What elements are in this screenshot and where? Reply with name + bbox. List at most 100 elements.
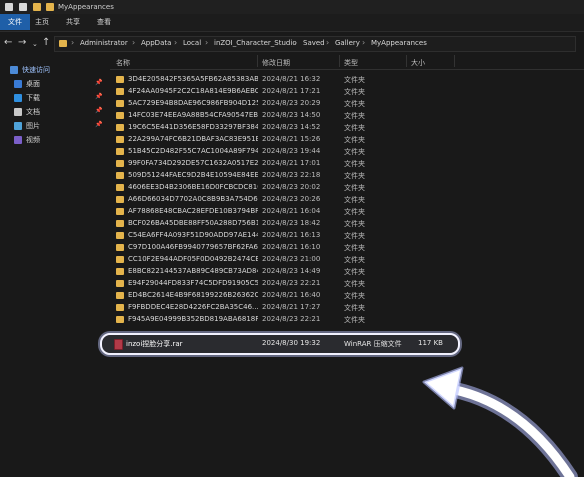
back-arrow-icon[interactable]: ←	[4, 37, 12, 48]
file-name: A66D66034D7702A0C8B9B3A754D61...	[128, 195, 258, 203]
forward-arrow-icon[interactable]: →	[18, 37, 26, 48]
sidebar-item-desktop[interactable]: 桌面 📌	[0, 78, 107, 90]
tab-home[interactable]: 主页	[27, 14, 57, 30]
file-row[interactable]: 51B45C2D482F55C7AC1004A89F7948... 2024/8/…	[110, 146, 470, 157]
file-row[interactable]: F9FBDDEC4E28D4226FC2BA35C46... 2024/8/21 …	[110, 302, 470, 313]
folder-icon	[116, 100, 124, 107]
folder-icon	[116, 256, 124, 263]
file-name: 14FC03E74EEA9A88B54CFA90547EB2...	[128, 111, 258, 119]
column-divider[interactable]	[257, 55, 258, 67]
video-icon	[14, 136, 22, 144]
folder-icon	[116, 220, 124, 227]
file-type: WinRAR 压缩文件	[344, 340, 402, 348]
file-row[interactable]: 5AC729E94B8DAE96C986FB904D125... 2024/8/2…	[110, 98, 470, 109]
ribbon: 文件 主页 共享 查看	[0, 14, 584, 32]
breadcrumb-separator-icon: ›	[362, 38, 366, 47]
folder-icon	[116, 292, 124, 299]
breadcrumb-local[interactable]: Local	[183, 39, 201, 47]
winrar-archive-icon	[114, 339, 123, 350]
file-row[interactable]: AF78868E48CBAC28EFDE10B3794BF3... 2024/8/…	[110, 206, 470, 217]
file-row[interactable]: 14FC03E74EEA9A88B54CFA90547EB2... 2024/8/…	[110, 110, 470, 121]
file-date: 2024/8/21 16:32	[262, 75, 321, 83]
file-row[interactable]: ED4BC2614E4B9F68199226B26362CA... 2024/8/…	[110, 290, 470, 301]
file-row[interactable]: 3D4E205842F5365A5FB62A85383AB0... 2024/8/…	[110, 74, 470, 85]
up-arrow-icon[interactable]: ↑	[42, 37, 50, 48]
file-type: 文件夹	[344, 232, 365, 240]
breadcrumb-saved[interactable]: Saved	[303, 39, 325, 47]
breadcrumb-myappearances[interactable]: MyAppearances	[371, 39, 427, 47]
breadcrumb-administrator[interactable]: Administrator	[80, 39, 128, 47]
tab-share[interactable]: 共享	[58, 14, 88, 30]
column-divider[interactable]	[406, 55, 407, 67]
file-date: 2024/8/23 14:50	[262, 111, 321, 119]
tab-view[interactable]: 查看	[89, 14, 119, 30]
file-type: 文件夹	[344, 184, 365, 192]
column-header-name[interactable]: 名称	[116, 58, 130, 68]
folder-icon	[116, 136, 124, 143]
quick-access-properties-icon[interactable]	[5, 3, 13, 11]
address-bar[interactable]: › Administrator › AppData › Local › inZO…	[54, 36, 576, 52]
column-header-date[interactable]: 修改日期	[262, 58, 290, 68]
file-name: 99F0FA734D292DE57C1632A0517E2C...	[128, 159, 258, 167]
file-row[interactable]: E8BC822144537AB89C489CB73AD84... 2024/8/2…	[110, 266, 470, 277]
column-divider[interactable]	[339, 55, 340, 67]
window-title: MyAppearances	[58, 3, 114, 11]
file-type: 文件夹	[344, 280, 365, 288]
breadcrumb-separator-icon: ›	[205, 38, 209, 47]
folder-icon	[116, 160, 124, 167]
file-name: BCF026BA45DBE88FF50A288D756B1...	[128, 219, 258, 227]
file-type: 文件夹	[344, 316, 365, 324]
file-name: 3D4E205842F5365A5FB62A85383AB0...	[128, 75, 258, 83]
breadcrumb-gallery[interactable]: Gallery	[335, 39, 360, 47]
sidebar-item-pictures[interactable]: 图片 📌	[0, 120, 107, 132]
file-date: 2024/8/23 22:21	[262, 315, 321, 323]
file-name: ED4BC2614E4B9F68199226B26362CA...	[128, 291, 258, 299]
file-row[interactable]: 4606EE3D4B2306BE16D0FCBCDC810... 2024/8/2…	[110, 182, 470, 193]
breadcrumb-separator-icon: ›	[294, 38, 298, 47]
column-header-type[interactable]: 类型	[344, 58, 358, 68]
file-date: 2024/8/21 16:13	[262, 231, 321, 239]
file-name: 4606EE3D4B2306BE16D0FCBCDC810...	[128, 183, 258, 191]
breadcrumb-appdata[interactable]: AppData	[141, 39, 171, 47]
sidebar-quick-access[interactable]: 快速访问	[0, 64, 107, 76]
file-type: 文件夹	[344, 304, 365, 312]
file-row[interactable]: 509D51244FAEC9D2B4E10594E84EE... 2024/8/2…	[110, 170, 470, 181]
file-row[interactable]: 4F24AA0945F2C2C18A814E9B6AEBC6... 2024/8/…	[110, 86, 470, 97]
file-row[interactable]: C97D100A46FB9940779657BF62FA60... 2024/8/…	[110, 242, 470, 253]
column-header-size[interactable]: 大小	[411, 58, 425, 68]
file-type: 文件夹	[344, 172, 365, 180]
sidebar-item-downloads[interactable]: 下载 📌	[0, 92, 107, 104]
file-row[interactable]: 22A299A74FC6B21DBAF3AC83E951E... 2024/8/2…	[110, 134, 470, 145]
file-date: 2024/8/21 17:01	[262, 159, 321, 167]
column-header-row: 名称 修改日期 类型 大小	[110, 53, 584, 70]
quick-access-folder-icon[interactable]	[33, 3, 41, 11]
file-row[interactable]: CC10F2E944ADF05F0D0492B2474CE0... 2024/8/…	[110, 254, 470, 265]
tab-file[interactable]: 文件	[0, 14, 30, 30]
breadcrumb-separator-icon: ›	[71, 38, 75, 47]
file-name: E8BC822144537AB89C489CB73AD84...	[128, 267, 258, 275]
file-row[interactable]: 19C6C5E441D356E58FD33297BF384F... 2024/8/…	[110, 122, 470, 133]
file-row[interactable]: BCF026BA45DBE88FF50A288D756B1... 2024/8/2…	[110, 218, 470, 229]
picture-icon	[14, 122, 22, 130]
file-row[interactable]: 99F0FA734D292DE57C1632A0517E2C... 2024/8/…	[110, 158, 470, 169]
file-type: 文件夹	[344, 292, 365, 300]
file-type: 文件夹	[344, 256, 365, 264]
quick-access-new-document-icon[interactable]	[19, 3, 27, 11]
sidebar-item-documents[interactable]: 文档 📌	[0, 106, 107, 118]
folder-icon	[116, 172, 124, 179]
file-name: inzoi捏脸分享.rar	[126, 340, 183, 348]
desktop-icon	[14, 80, 22, 88]
file-row[interactable]: A66D66034D7702A0C8B9B3A754D61... 2024/8/2…	[110, 194, 470, 205]
file-type: 文件夹	[344, 220, 365, 228]
highlighted-rar-file-row[interactable]: inzoi捏脸分享.rar 2024/8/30 19:32 WinRAR 压缩文…	[100, 333, 460, 355]
file-row[interactable]: E94F29044FD833F74C5DFD91905C5B... 2024/8/…	[110, 278, 470, 289]
sidebar-item-videos[interactable]: 视频	[0, 134, 107, 146]
file-row[interactable]: F945A9E04999B352BD819ABA6818F3... 2024/8/…	[110, 314, 470, 325]
breadcrumb-inzoi-character-studio[interactable]: inZOI_Character_Studio	[214, 39, 297, 47]
file-date: 2024/8/21 16:40	[262, 291, 321, 299]
recent-locations-chevron-icon[interactable]: ⌄	[32, 39, 38, 50]
file-row[interactable]: C54EA6FF4A093F51D90ADD97AE144... 2024/8/2…	[110, 230, 470, 241]
column-divider[interactable]	[454, 55, 455, 67]
folder-icon	[116, 268, 124, 275]
folder-icon	[116, 196, 124, 203]
